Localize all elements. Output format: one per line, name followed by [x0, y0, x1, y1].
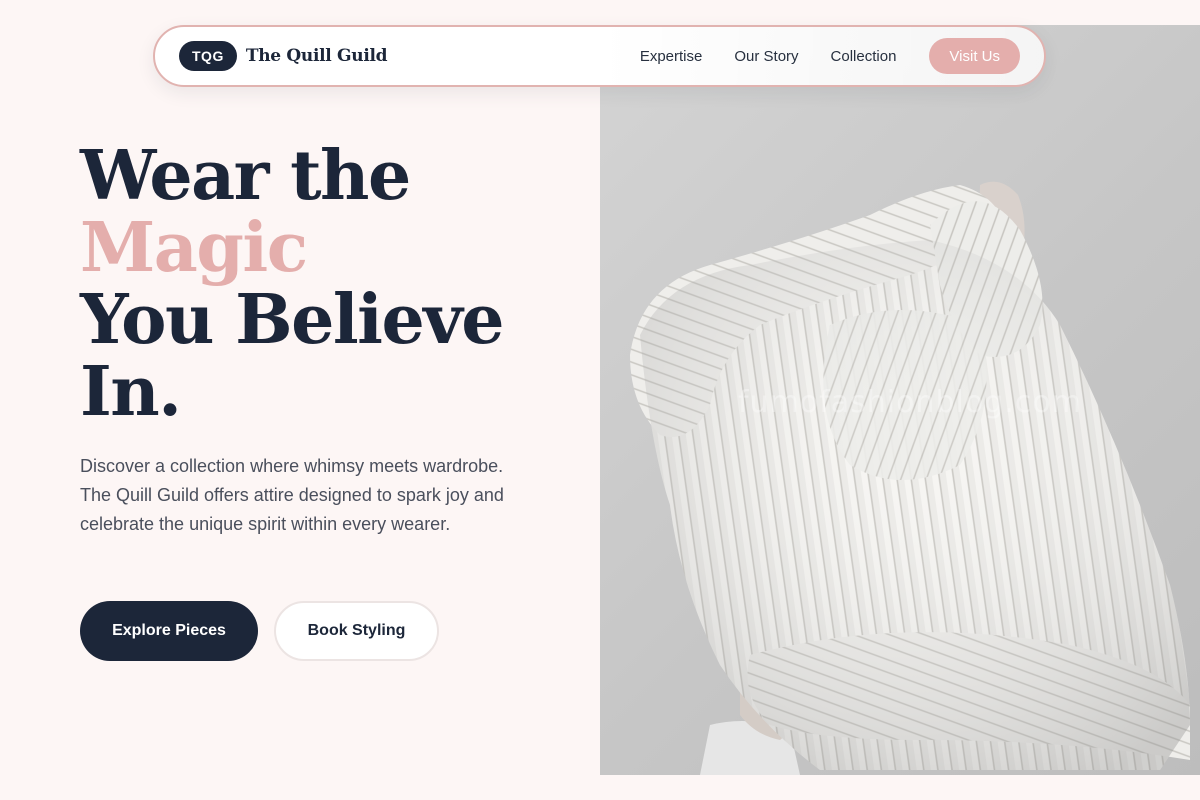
hero-description: Discover a collection where whimsy meets…: [80, 456, 504, 534]
headline-accent-word: Magic: [80, 208, 308, 288]
explore-pieces-button[interactable]: Explore Pieces: [80, 601, 258, 661]
book-styling-button[interactable]: Book Styling: [274, 601, 439, 661]
hero-headline: Wear the Magic You Believe In.: [80, 136, 505, 432]
headline-line-4: In.: [80, 352, 182, 432]
hero-photo: fumofashionblog.com: [600, 25, 1200, 775]
logo-badge[interactable]: TQG: [179, 41, 237, 71]
nav-link-expertise[interactable]: Expertise: [640, 48, 703, 65]
photo-watermark: fumofashionblog.com: [738, 385, 1082, 420]
brand-name[interactable]: The Quill Guild: [246, 46, 388, 66]
headline-line-3: You Believe: [80, 280, 505, 360]
nav-link-collection[interactable]: Collection: [831, 48, 897, 65]
visit-us-button[interactable]: Visit Us: [929, 38, 1020, 74]
nav-links: Expertise Our Story Collection Visit Us: [640, 38, 1020, 74]
headline-line-1: Wear the: [80, 136, 411, 216]
top-navigation: TQG The Quill Guild Expertise Our Story …: [153, 25, 1046, 87]
nav-link-our-story[interactable]: Our Story: [734, 48, 798, 65]
landing-page: fumofashionblog.com TQG The Quill Guild …: [0, 0, 1200, 800]
